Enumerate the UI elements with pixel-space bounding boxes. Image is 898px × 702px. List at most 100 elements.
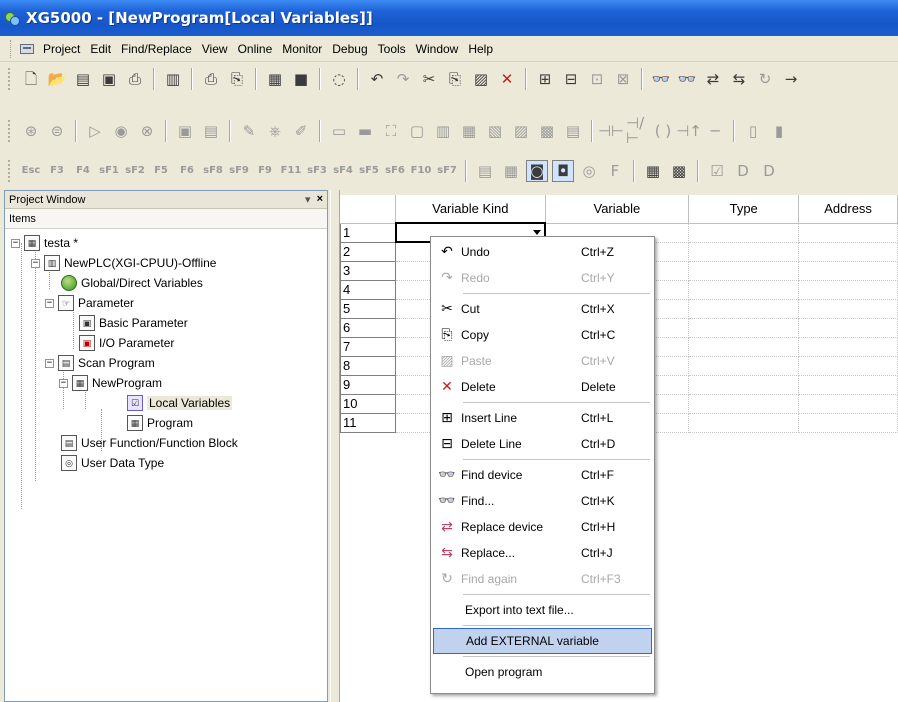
view-variable-icon[interactable]: ◘ — [552, 160, 574, 182]
row-number[interactable]: 9 — [339, 374, 397, 395]
monitor-icon[interactable]: ✎ — [238, 120, 260, 142]
tree-item-newprogram[interactable]: − ▦ NewProgram — [5, 373, 327, 393]
menu-item-insert-line[interactable]: ⊞ Insert Line Ctrl+L — [433, 405, 652, 431]
table-cell[interactable] — [688, 223, 800, 243]
monitor-stop-icon[interactable]: ✐ — [290, 120, 312, 142]
write-icon[interactable]: ▣ — [174, 120, 196, 142]
copy-toolbar-icon[interactable]: ⎘ — [444, 68, 466, 90]
compare-icon[interactable]: ▩ — [536, 120, 558, 142]
save-icon[interactable]: ▣ — [98, 68, 120, 90]
run-icon[interactable]: ▷ — [84, 120, 106, 142]
row-number[interactable]: 5 — [339, 298, 397, 319]
contact-a-icon[interactable]: ⊣⊢ — [598, 120, 624, 142]
tree-item-plc[interactable]: − ▥ NewPLC(XGI-CPUU)-Offline — [5, 253, 327, 273]
connect-icon[interactable]: ⊛ — [20, 120, 42, 142]
sf9-key-icon[interactable]: sF9 — [228, 160, 250, 182]
menu-item-cut[interactable]: ✂ Cut Ctrl+X — [433, 296, 652, 322]
pause-icon[interactable]: ⊗ — [136, 120, 158, 142]
grid-view-icon[interactable]: ▦ — [264, 68, 286, 90]
collapse-icon[interactable]: − — [45, 298, 54, 308]
delete-line-toolbar-icon[interactable]: ⊟ — [560, 68, 582, 90]
close-icon[interactable]: × — [317, 193, 323, 206]
stop-icon[interactable]: ◉ — [110, 120, 132, 142]
view-list-icon[interactable]: ▤ — [474, 160, 496, 182]
device-icon[interactable]: ▨ — [510, 120, 532, 142]
row-number[interactable]: 4 — [339, 279, 397, 300]
collapse-icon[interactable]: − — [31, 258, 40, 268]
table-cell[interactable] — [688, 318, 800, 338]
menu-item-replace-device[interactable]: ⇄ Replace device Ctrl+H — [433, 514, 652, 540]
tree-item-parameter[interactable]: − ☞ Parameter — [5, 293, 327, 313]
delete-toolbar-icon[interactable]: ✕ — [496, 68, 518, 90]
replace-toolbar-icon[interactable]: ⇄ — [702, 68, 724, 90]
table-cell[interactable] — [688, 413, 800, 433]
io-info-icon[interactable]: ▬ — [354, 120, 376, 142]
column-header-address[interactable]: Address — [798, 195, 898, 224]
delete-row-toolbar-icon[interactable]: ⊠ — [612, 68, 634, 90]
table-cell[interactable] — [798, 413, 898, 433]
menu-item-find[interactable]: 👓 Find... Ctrl+K — [433, 488, 652, 514]
sf4-key-icon[interactable]: sF4 — [332, 160, 354, 182]
menu-monitor[interactable]: Monitor — [277, 42, 327, 56]
sf6-key-icon[interactable]: sF6 — [384, 160, 406, 182]
view-ladder-icon[interactable]: ◙ — [526, 160, 548, 182]
table-cell[interactable] — [798, 223, 898, 243]
sf3-key-icon[interactable]: sF3 — [306, 160, 328, 182]
toolbar-grip[interactable] — [8, 68, 12, 90]
menu-item-find-again[interactable]: ↻ Find again Ctrl+F3 — [433, 566, 652, 592]
print-icon[interactable]: ⎙ — [124, 68, 146, 90]
menu-item-delete-line[interactable]: ⊟ Delete Line Ctrl+D — [433, 431, 652, 457]
menu-item-add-external-variable[interactable]: Add EXTERNAL variable — [433, 628, 652, 654]
table-cell[interactable] — [798, 280, 898, 300]
column-header-variable-kind[interactable]: Variable Kind — [395, 195, 546, 224]
table-cell[interactable] — [688, 394, 800, 414]
tree-item-user-data-type[interactable]: ◎ User Data Type — [5, 453, 327, 473]
menu-online[interactable]: Online — [233, 42, 278, 56]
comment-icon[interactable]: ◌ — [328, 68, 350, 90]
table-cell[interactable] — [688, 375, 800, 395]
goto-toolbar-icon[interactable]: → — [780, 68, 802, 90]
system-view-icon[interactable]: ▭ — [328, 120, 350, 142]
tree-item-program[interactable]: ▦ Program — [5, 413, 327, 433]
open-project-icon[interactable]: ▤ — [72, 68, 94, 90]
menu-view[interactable]: View — [197, 42, 233, 56]
new-file-icon[interactable]: 🗋 — [20, 68, 42, 90]
tree-item-global-variables[interactable]: Global/Direct Variables — [5, 273, 327, 293]
find-next-toolbar-icon[interactable]: 👓 — [676, 68, 698, 90]
redo-toolbar-icon[interactable]: ↷ — [392, 68, 414, 90]
pin-icon[interactable]: ▾ — [305, 193, 311, 206]
menu-item-undo[interactable]: ↶ Undo Ctrl+Z — [433, 239, 652, 265]
function-block-toolbar-icon[interactable]: ▮ — [768, 120, 790, 142]
insert-line-toolbar-icon[interactable]: ⊞ — [534, 68, 556, 90]
menu-item-open-program[interactable]: Open program — [433, 659, 652, 685]
menu-item-export-text[interactable]: Export into text file... — [433, 597, 652, 623]
menu-debug[interactable]: Debug — [327, 42, 372, 56]
menu-grip[interactable] — [10, 39, 13, 58]
row-number[interactable]: 1 — [339, 222, 397, 243]
column-header-type[interactable]: Type — [688, 195, 800, 224]
row-number[interactable]: 10 — [339, 393, 397, 414]
view-fbd-icon[interactable]: F — [604, 160, 626, 182]
module-icon[interactable]: ▢ — [406, 120, 428, 142]
menu-project[interactable]: Project — [38, 42, 85, 56]
sf8-key-icon[interactable]: sF8 — [202, 160, 224, 182]
toolbar-grip-2[interactable] — [8, 120, 12, 142]
coil-icon[interactable]: ( ) — [652, 120, 674, 142]
f5-key-icon[interactable]: F5 — [150, 160, 172, 182]
menu-item-find-device[interactable]: 👓 Find device Ctrl+F — [433, 462, 652, 488]
column-header-variable[interactable]: Variable — [545, 195, 690, 224]
monitor-start-icon[interactable]: ⎈ — [264, 120, 286, 142]
table-cell[interactable] — [798, 337, 898, 357]
esc-key-icon[interactable]: Esc — [20, 160, 42, 182]
disconnect-icon[interactable]: ⊜ — [46, 120, 68, 142]
table-cell[interactable] — [798, 356, 898, 376]
memory-icon[interactable]: ▥ — [432, 120, 454, 142]
clipboard-icon[interactable]: ▥ — [162, 68, 184, 90]
sf7-key-icon[interactable]: sF7 — [436, 160, 458, 182]
chevron-down-icon[interactable] — [533, 230, 542, 235]
menu-item-delete[interactable]: ✕ Delete Delete — [433, 374, 652, 400]
collapse-icon[interactable]: − — [59, 378, 68, 388]
tree-item-scan-program[interactable]: − ▤ Scan Program — [5, 353, 327, 373]
cut-toolbar-icon[interactable]: ✂ — [418, 68, 440, 90]
table-cell[interactable] — [798, 261, 898, 281]
